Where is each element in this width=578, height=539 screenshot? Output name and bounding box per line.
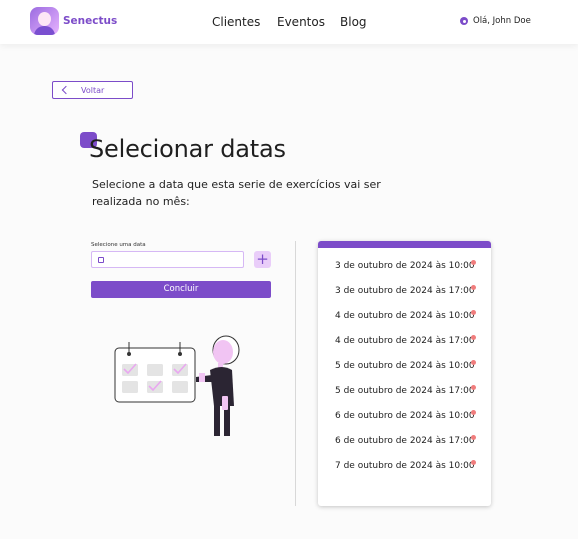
chevron-left-icon: [61, 85, 71, 95]
page-title: Selecionar datas: [89, 135, 286, 163]
user-greeting: Olá, John Doe: [473, 16, 531, 26]
date-input[interactable]: [91, 251, 244, 268]
calendar-icon: [98, 257, 104, 263]
nav-link-blog[interactable]: Blog: [340, 15, 367, 29]
remove-dot-icon[interactable]: [471, 410, 476, 415]
section-divider: [295, 241, 296, 506]
remove-dot-icon[interactable]: [471, 360, 476, 365]
selected-date-item: 3 de outubro de 2024 às 17:00: [335, 286, 475, 296]
date-field-label: Selecione uma data: [91, 242, 146, 248]
selected-date-item: 4 de outubro de 2024 às 17:00: [335, 336, 475, 346]
selected-date-item: 6 de outubro de 2024 às 10:00: [335, 411, 475, 421]
page-subtitle: Selecione a data que esta serie de exerc…: [92, 178, 381, 208]
senectus-logo-icon: [30, 7, 59, 35]
brand-logo[interactable]: Senectus: [30, 7, 117, 35]
remove-dot-icon[interactable]: [471, 285, 476, 290]
remove-dot-icon[interactable]: [471, 460, 476, 465]
user-menu[interactable]: Olá, John Doe: [460, 16, 531, 26]
selected-date-item: 4 de outubro de 2024 às 10:00: [335, 311, 475, 321]
remove-dot-icon[interactable]: [471, 335, 476, 340]
concluir-button[interactable]: Concluir: [91, 281, 271, 298]
top-header: Senectus Clientes Eventos Blog Olá, John…: [0, 0, 578, 44]
calendar-person-illustration: [114, 335, 240, 436]
add-date-button[interactable]: +: [254, 251, 271, 268]
selected-date-item: 7 de outubro de 2024 às 10:00: [335, 461, 475, 471]
selected-date-item: 3 de outubro de 2024 às 10:00: [335, 261, 475, 271]
back-button[interactable]: Voltar: [52, 81, 133, 99]
selected-date-item: 5 de outubro de 2024 às 17:00: [335, 386, 475, 396]
selected-date-item: 5 de outubro de 2024 às 10:00: [335, 361, 475, 371]
selected-dates-panel: 3 de outubro de 2024 às 10:00 3 de outubr…: [318, 241, 491, 506]
dates-panel-header-bar: [318, 241, 491, 248]
remove-dot-icon[interactable]: [471, 435, 476, 440]
brand-name: Senectus: [63, 15, 118, 27]
remove-dot-icon[interactable]: [471, 385, 476, 390]
user-icon: [460, 17, 468, 25]
remove-dot-icon[interactable]: [471, 260, 476, 265]
nav-link-eventos[interactable]: Eventos: [277, 15, 325, 29]
page: Senectus Clientes Eventos Blog Olá, John…: [0, 0, 578, 539]
remove-dot-icon[interactable]: [471, 310, 476, 315]
nav-link-clientes[interactable]: Clientes: [212, 15, 260, 29]
back-button-label: Voltar: [81, 85, 105, 95]
selected-date-item: 6 de outubro de 2024 às 17:00: [335, 436, 475, 446]
